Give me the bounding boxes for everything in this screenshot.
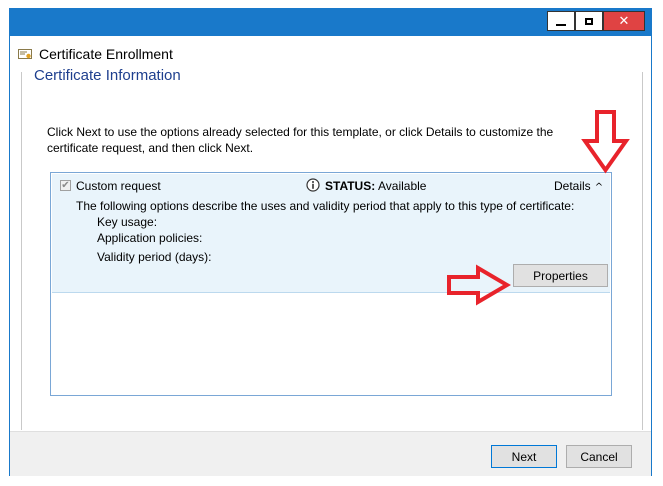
item-description: The following options describe the uses …	[76, 199, 575, 213]
status-value: Available	[378, 179, 427, 193]
info-icon	[306, 178, 320, 192]
close-button[interactable]: ✕	[603, 11, 645, 31]
intro-text: Click Next to use the options already se…	[47, 125, 554, 155]
status-label: STATUS:	[325, 179, 376, 193]
window-title: Certificate Enrollment	[39, 46, 173, 62]
close-icon: ✕	[618, 13, 630, 29]
certificate-list: ✔ Custom request STATUS: Available Detai…	[50, 172, 612, 396]
details-label: Details	[554, 179, 591, 193]
application-policies-label: Application policies:	[97, 231, 203, 245]
list-item[interactable]: ✔ Custom request STATUS: Available Detai…	[52, 174, 610, 293]
page-title: Certificate Information	[34, 67, 181, 84]
item-name: Custom request	[76, 179, 161, 193]
maximize-icon	[585, 17, 593, 25]
properties-button[interactable]: Properties	[513, 264, 608, 287]
custom-request-checkbox[interactable]: ✔	[60, 180, 71, 191]
minimize-button[interactable]	[547, 11, 575, 31]
next-button[interactable]: Next	[491, 445, 557, 468]
key-usage-label: Key usage:	[97, 215, 158, 229]
details-toggle[interactable]: Details ^	[554, 179, 603, 193]
dialog-footer: Next Cancel	[10, 431, 651, 476]
certificate-icon	[18, 49, 32, 59]
minimize-icon	[556, 24, 566, 26]
maximize-button[interactable]	[575, 11, 603, 31]
validity-period-label: Validity period (days):	[97, 250, 212, 264]
cancel-button[interactable]: Cancel	[566, 445, 632, 468]
chevron-up-icon: ^	[594, 182, 604, 193]
